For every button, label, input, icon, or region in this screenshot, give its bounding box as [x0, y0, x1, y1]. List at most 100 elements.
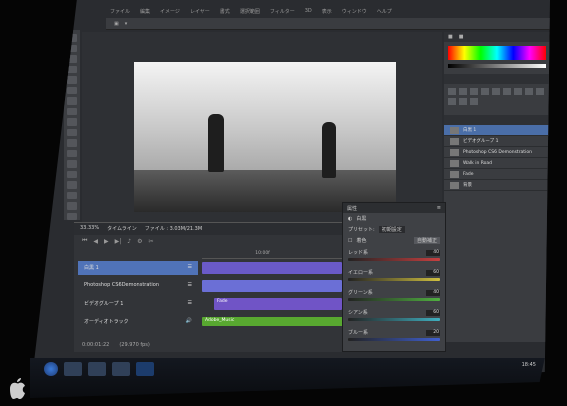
grayscale-ramp[interactable]	[448, 64, 546, 68]
slider-track[interactable]	[348, 338, 440, 341]
marquee-tool-icon[interactable]	[67, 44, 77, 52]
track-label[interactable]: ビデオグループ 1 ☰	[78, 297, 198, 311]
track-label[interactable]: 白黒 1 ☰	[78, 261, 198, 275]
text-clip[interactable]	[202, 280, 342, 292]
layer-row[interactable]: Fade	[444, 169, 550, 180]
photoshop-icon[interactable]	[136, 362, 154, 376]
panel-title: 属性	[347, 206, 358, 212]
quick-select-tool-icon[interactable]	[67, 65, 77, 73]
slider-track[interactable]	[348, 278, 440, 281]
path-select-icon[interactable]	[67, 202, 77, 210]
adjustment-title-row: ◐ 白黒	[343, 213, 445, 224]
menu-item[interactable]: ウィンドウ	[342, 8, 367, 16]
slider-track[interactable]	[348, 258, 440, 261]
type-tool-icon[interactable]	[67, 191, 77, 199]
levels-icon[interactable]	[459, 88, 467, 95]
lasso-tool-icon[interactable]	[67, 55, 77, 63]
pen-tool-icon[interactable]	[67, 181, 77, 189]
menu-item[interactable]: ヘルプ	[377, 8, 392, 16]
dodge-tool-icon[interactable]	[67, 170, 77, 178]
slider-value[interactable]: 60	[426, 269, 440, 276]
start-button-icon[interactable]	[44, 362, 58, 376]
layer-row[interactable]: Photoshop CS6 Demonstration	[444, 147, 550, 158]
posterize-icon[interactable]	[470, 98, 478, 105]
menu-item[interactable]: 選択範囲	[240, 8, 260, 16]
layer-row[interactable]: 白黒 1	[444, 125, 550, 136]
preset-select[interactable]: 初期設定	[378, 226, 405, 233]
slider-track[interactable]	[348, 318, 440, 321]
color-tab[interactable]: ■	[448, 34, 453, 40]
track-label[interactable]: オーディオトラック 🔊	[78, 315, 198, 329]
panel-menu-icon[interactable]: ≡	[437, 205, 441, 211]
menu-item[interactable]: 表示	[322, 8, 332, 16]
tint-checkbox[interactable]: ☐	[348, 238, 352, 244]
menu-item[interactable]: 編集	[140, 8, 150, 16]
channel-mixer-icon[interactable]	[448, 98, 456, 105]
track-menu-icon[interactable]: ☰	[188, 264, 192, 272]
slider-track[interactable]	[348, 298, 440, 301]
play-icon[interactable]: ▶	[104, 238, 109, 245]
menu-item[interactable]: ファイル	[110, 8, 130, 16]
eraser-tool-icon[interactable]	[67, 139, 77, 147]
stamp-tool-icon[interactable]	[67, 118, 77, 126]
canvas-area	[82, 32, 442, 222]
mute-icon[interactable]: 🔊	[186, 318, 192, 326]
curves-icon[interactable]	[470, 88, 478, 95]
track-menu-icon[interactable]: ☰	[188, 282, 192, 290]
healing-tool-icon[interactable]	[67, 97, 77, 105]
layer-thumbnail	[450, 170, 459, 178]
browser-icon[interactable]	[88, 362, 106, 376]
tool-preset-icon[interactable]: ▣	[114, 21, 119, 27]
swatches-tab[interactable]: ■	[459, 34, 464, 40]
slider-row: ブルー系 20	[343, 326, 445, 346]
next-frame-icon[interactable]: ▶|	[115, 238, 122, 245]
slider-value[interactable]: 40	[426, 249, 440, 256]
layer-row[interactable]: Walk in Road	[444, 158, 550, 169]
gradient-tool-icon[interactable]	[67, 149, 77, 157]
layer-row[interactable]: ビデオグループ 1	[444, 136, 550, 147]
slider-value[interactable]: 20	[426, 329, 440, 336]
history-brush-icon[interactable]	[67, 128, 77, 136]
track-menu-icon[interactable]: ☰	[188, 300, 192, 308]
options-dropdown-icon[interactable]: ▾	[125, 21, 128, 27]
menu-item[interactable]: フィルター	[270, 8, 295, 16]
photo-filter-icon[interactable]	[536, 88, 544, 95]
layer-name: 背景	[463, 183, 472, 188]
menu-item[interactable]: イメージ	[160, 8, 180, 16]
slider-value[interactable]: 40	[426, 289, 440, 296]
color-balance-icon[interactable]	[514, 88, 522, 95]
timeline-tab[interactable]: タイムライン	[107, 225, 137, 233]
exposure-icon[interactable]	[481, 88, 489, 95]
settings-icon[interactable]: ⚙	[137, 238, 142, 245]
track-name: 白黒 1	[84, 265, 99, 271]
document-image[interactable]	[134, 62, 396, 212]
slider-label: シアン系	[348, 310, 368, 316]
hue-icon[interactable]	[503, 88, 511, 95]
move-tool-icon[interactable]	[67, 34, 77, 42]
menu-item[interactable]: レイヤー	[190, 8, 210, 16]
eyedropper-tool-icon[interactable]	[67, 86, 77, 94]
vibrance-icon[interactable]	[492, 88, 500, 95]
track-label[interactable]: Photoshop CS6Demonstration ☰	[78, 279, 198, 293]
auto-button[interactable]: 自動補正	[413, 237, 440, 244]
prev-frame-icon[interactable]: ◀	[93, 238, 98, 245]
explorer-icon[interactable]	[64, 362, 82, 376]
menu-item[interactable]: 3D	[305, 8, 312, 16]
invert-icon[interactable]	[459, 98, 467, 105]
shape-tool-icon[interactable]	[67, 212, 77, 220]
menu-item[interactable]: 書式	[220, 8, 230, 16]
bw-icon[interactable]	[525, 88, 533, 95]
video-clip[interactable]: Fade	[214, 298, 342, 310]
media-icon[interactable]	[112, 362, 130, 376]
layer-row[interactable]: 背景	[444, 180, 550, 191]
color-spectrum[interactable]	[448, 46, 546, 60]
brush-tool-icon[interactable]	[67, 107, 77, 115]
blur-tool-icon[interactable]	[67, 160, 77, 168]
brightness-icon[interactable]	[448, 88, 456, 95]
split-icon[interactable]: ✂	[149, 238, 154, 245]
audio-icon[interactable]: ♪	[127, 238, 131, 245]
crop-tool-icon[interactable]	[67, 76, 77, 84]
slider-value[interactable]: 60	[426, 309, 440, 316]
adjustment-clip[interactable]	[202, 262, 342, 274]
first-frame-icon[interactable]: ⏮	[82, 237, 87, 245]
